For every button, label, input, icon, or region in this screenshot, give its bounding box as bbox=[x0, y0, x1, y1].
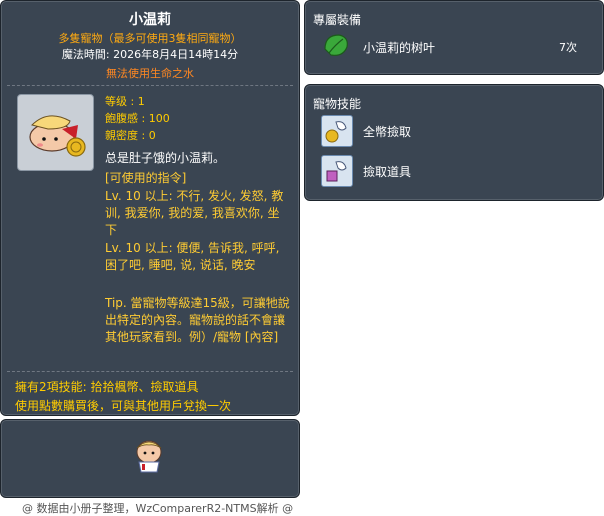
skill-label: 撿取道具 bbox=[363, 165, 412, 179]
green-leaf-icon bbox=[324, 34, 348, 56]
skills-title: 寵物技能 bbox=[313, 97, 362, 111]
skill-item[interactable]: 全幣撿取 bbox=[321, 115, 591, 147]
command-group-1: Lv. 10 以上: 不行, 发火, 发怒, 教训, 我爱你, 我的爱, 我喜欢… bbox=[105, 189, 284, 237]
credit-text: @ 数据由小册子整理，WzComparerR2-NTMS解析 @ bbox=[22, 502, 294, 515]
pet-sprite-panel bbox=[0, 419, 300, 498]
item-subtitle: 多隻寵物（最多可使用3隻相同寵物） bbox=[58, 32, 242, 45]
equip-item[interactable]: 小温莉的树叶 7次 bbox=[321, 31, 591, 63]
trade-note: 使用點數購買後，可與其他用戶兌換一次 bbox=[15, 399, 232, 413]
pet-sprite bbox=[136, 440, 162, 473]
pet-description: 总是肚子饿的小温莉。 bbox=[105, 151, 226, 165]
warning-text: 無法使用生命之水 bbox=[106, 67, 194, 80]
pet-icon bbox=[17, 94, 94, 171]
equip-item-label: 小温莉的树叶 bbox=[363, 41, 436, 55]
pet-level: 等级 : 1 bbox=[105, 95, 145, 108]
pet-intimacy: 親密度 : 0 bbox=[105, 129, 156, 142]
skills-summary: 擁有2項技能: 拾拾楓幣、撿取道具 bbox=[15, 380, 199, 394]
skill-label: 全幣撿取 bbox=[363, 125, 412, 139]
pet-tip: Tip. 當寵物等級達15級，可讓牠說出特定的內容。寵物說的話不會讓其他玩家看到… bbox=[105, 296, 290, 344]
command-group-2: Lv. 10 以上: 便便, 告诉我, 呼呼, 困了吧, 睡吧, 说, 说话, … bbox=[105, 241, 280, 272]
magic-time: 魔法時間: 2026年8月4日14時14分 bbox=[61, 48, 239, 61]
pet-fullness: 飽腹感 : 100 bbox=[105, 112, 170, 125]
equip-item-count: 7次 bbox=[559, 41, 577, 54]
divider bbox=[7, 371, 293, 372]
divider bbox=[7, 85, 293, 86]
equip-title: 專屬裝備 bbox=[313, 13, 362, 27]
meso-pickup-icon bbox=[321, 115, 353, 147]
item-tooltip-panel: 小温莉 多隻寵物（最多可使用3隻相同寵物） 魔法時間: 2026年8月4日14時… bbox=[0, 0, 300, 416]
exclusive-equip-panel: 專屬裝備 小温莉的树叶 7次 bbox=[304, 0, 604, 75]
pet-skills-panel: 寵物技能 全幣撿取 撿取道具 bbox=[304, 84, 604, 201]
skill-item[interactable]: 撿取道具 bbox=[321, 155, 591, 187]
item-pickup-icon bbox=[321, 155, 353, 187]
commands-header: [可使用的指令] bbox=[105, 171, 187, 185]
item-name: 小温莉 bbox=[129, 12, 171, 28]
